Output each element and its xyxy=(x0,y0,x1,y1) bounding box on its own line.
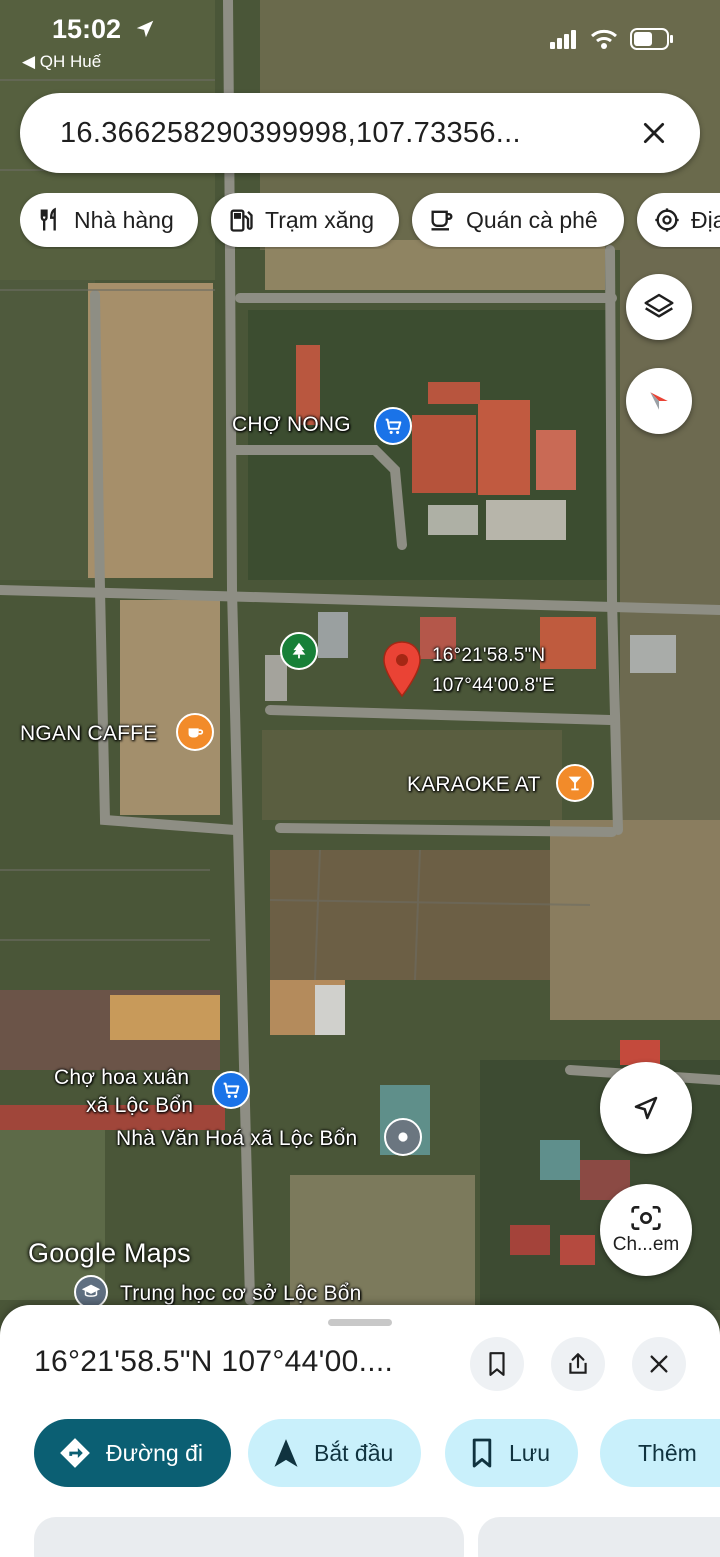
shopping-cart-icon[interactable] xyxy=(212,1071,250,1109)
search-bar[interactable]: 16.366258290399998,107.73356... xyxy=(20,93,700,173)
directions-label: Đường đi xyxy=(106,1439,203,1466)
bookmark-icon xyxy=(489,1352,505,1376)
cocktail-icon[interactable] xyxy=(556,764,594,802)
back-to-app-link[interactable]: ◀ QH Huế xyxy=(22,52,101,72)
save-icon-button[interactable] xyxy=(470,1337,524,1391)
close-sheet-button[interactable] xyxy=(632,1337,686,1391)
poi-label-cho-hoa-xuan-line1[interactable]: Chợ hoa xuân xyxy=(54,1066,189,1090)
pin-latitude-label: 16°21'58.5"N xyxy=(432,645,546,666)
poi-label-nha-van-hoa[interactable]: Nhà Văn Hoá xã Lộc Bổn xyxy=(116,1127,357,1151)
status-bar: 15:02 ◀ QH Huế xyxy=(0,0,720,80)
wifi-icon xyxy=(591,29,617,49)
start-label: Bắt đầu xyxy=(314,1439,394,1466)
chip-label: Địa xyxy=(691,206,720,233)
dropped-pin-marker[interactable] xyxy=(382,640,422,698)
place-title: 16°21'58.5"N 107°44'00.... xyxy=(34,1345,394,1378)
start-button[interactable]: Bắt đầu xyxy=(248,1419,422,1487)
coffee-icon xyxy=(431,210,453,231)
coffee-icon[interactable] xyxy=(176,713,214,751)
layers-button[interactable] xyxy=(626,274,692,340)
save-button[interactable]: Lưu xyxy=(445,1419,578,1487)
poi-label-trung-hoc[interactable]: Trung học cơ sở Lộc Bổn xyxy=(120,1282,361,1306)
compass-icon xyxy=(650,392,668,410)
shopping-cart-icon[interactable] xyxy=(374,407,412,445)
close-icon xyxy=(643,122,665,144)
category-chips: Nhà hàng Trạm xăng Quán cà phê Địa xyxy=(20,193,720,249)
location-arrow-icon xyxy=(136,20,154,38)
share-button[interactable] xyxy=(551,1337,605,1391)
more-label: Thêm xyxy=(638,1439,697,1466)
directions-button[interactable]: Đường đi xyxy=(34,1419,231,1487)
google-maps-watermark: Google Maps xyxy=(28,1238,191,1268)
info-card-2[interactable] xyxy=(478,1517,720,1557)
info-card-1[interactable] xyxy=(34,1517,464,1557)
sheet-drag-handle[interactable] xyxy=(328,1319,392,1326)
share-icon xyxy=(569,1353,587,1374)
compass-button[interactable] xyxy=(626,368,692,434)
poi-label-cho-nong[interactable]: CHỢ NONG xyxy=(232,413,351,437)
chip-label: Trạm xăng xyxy=(265,206,375,233)
close-icon xyxy=(650,1355,668,1373)
poi-label-cho-hoa-xuan-line2[interactable]: xã Lộc Bổn xyxy=(86,1094,193,1118)
battery-icon xyxy=(630,28,673,50)
status-time: 15:02 xyxy=(52,14,122,44)
chip-restaurants[interactable]: Nhà hàng xyxy=(20,193,198,247)
directions-icon xyxy=(60,1438,90,1468)
lens-button-label: Ch...em xyxy=(612,1234,680,1255)
navigation-arrow-icon xyxy=(274,1439,298,1467)
camera-lens-icon xyxy=(631,1206,661,1230)
chip-gas-stations[interactable]: Trạm xăng xyxy=(211,193,399,247)
clear-search-button[interactable] xyxy=(634,113,674,153)
chip-coffee[interactable]: Quán cà phê xyxy=(412,193,624,247)
lens-button[interactable]: Ch...em xyxy=(600,1184,692,1276)
my-location-button[interactable] xyxy=(600,1062,692,1154)
more-button[interactable]: Thêm xyxy=(600,1419,720,1487)
restaurant-icon xyxy=(40,207,56,231)
place-bottom-sheet[interactable]: 16°21'58.5"N 107°44'00.... Đường đi Bắt … xyxy=(0,1305,720,1557)
poi-label-ngan-caffe[interactable]: NGAN CAFFE xyxy=(20,722,157,746)
save-label: Lưu xyxy=(509,1439,550,1466)
navigation-arrow-icon xyxy=(634,1096,658,1120)
school-icon[interactable] xyxy=(74,1275,108,1309)
layers-icon xyxy=(644,293,674,318)
bookmark-icon xyxy=(472,1438,492,1468)
chip-label: Nhà hàng xyxy=(74,206,174,233)
cellular-signal-icon xyxy=(550,30,576,49)
place-dot-icon[interactable] xyxy=(384,1118,422,1156)
chip-label: Quán cà phê xyxy=(466,206,598,233)
pin-longitude-label: 107°44'00.8"E xyxy=(432,675,556,696)
search-input[interactable]: 16.366258290399998,107.73356... xyxy=(60,117,634,150)
attraction-icon xyxy=(655,208,679,232)
gas-station-icon xyxy=(230,209,253,232)
chip-attractions[interactable]: Địa xyxy=(637,193,720,247)
poi-label-karaoke-at[interactable]: KARAOKE AT xyxy=(407,773,541,797)
tree-icon[interactable] xyxy=(280,632,318,670)
